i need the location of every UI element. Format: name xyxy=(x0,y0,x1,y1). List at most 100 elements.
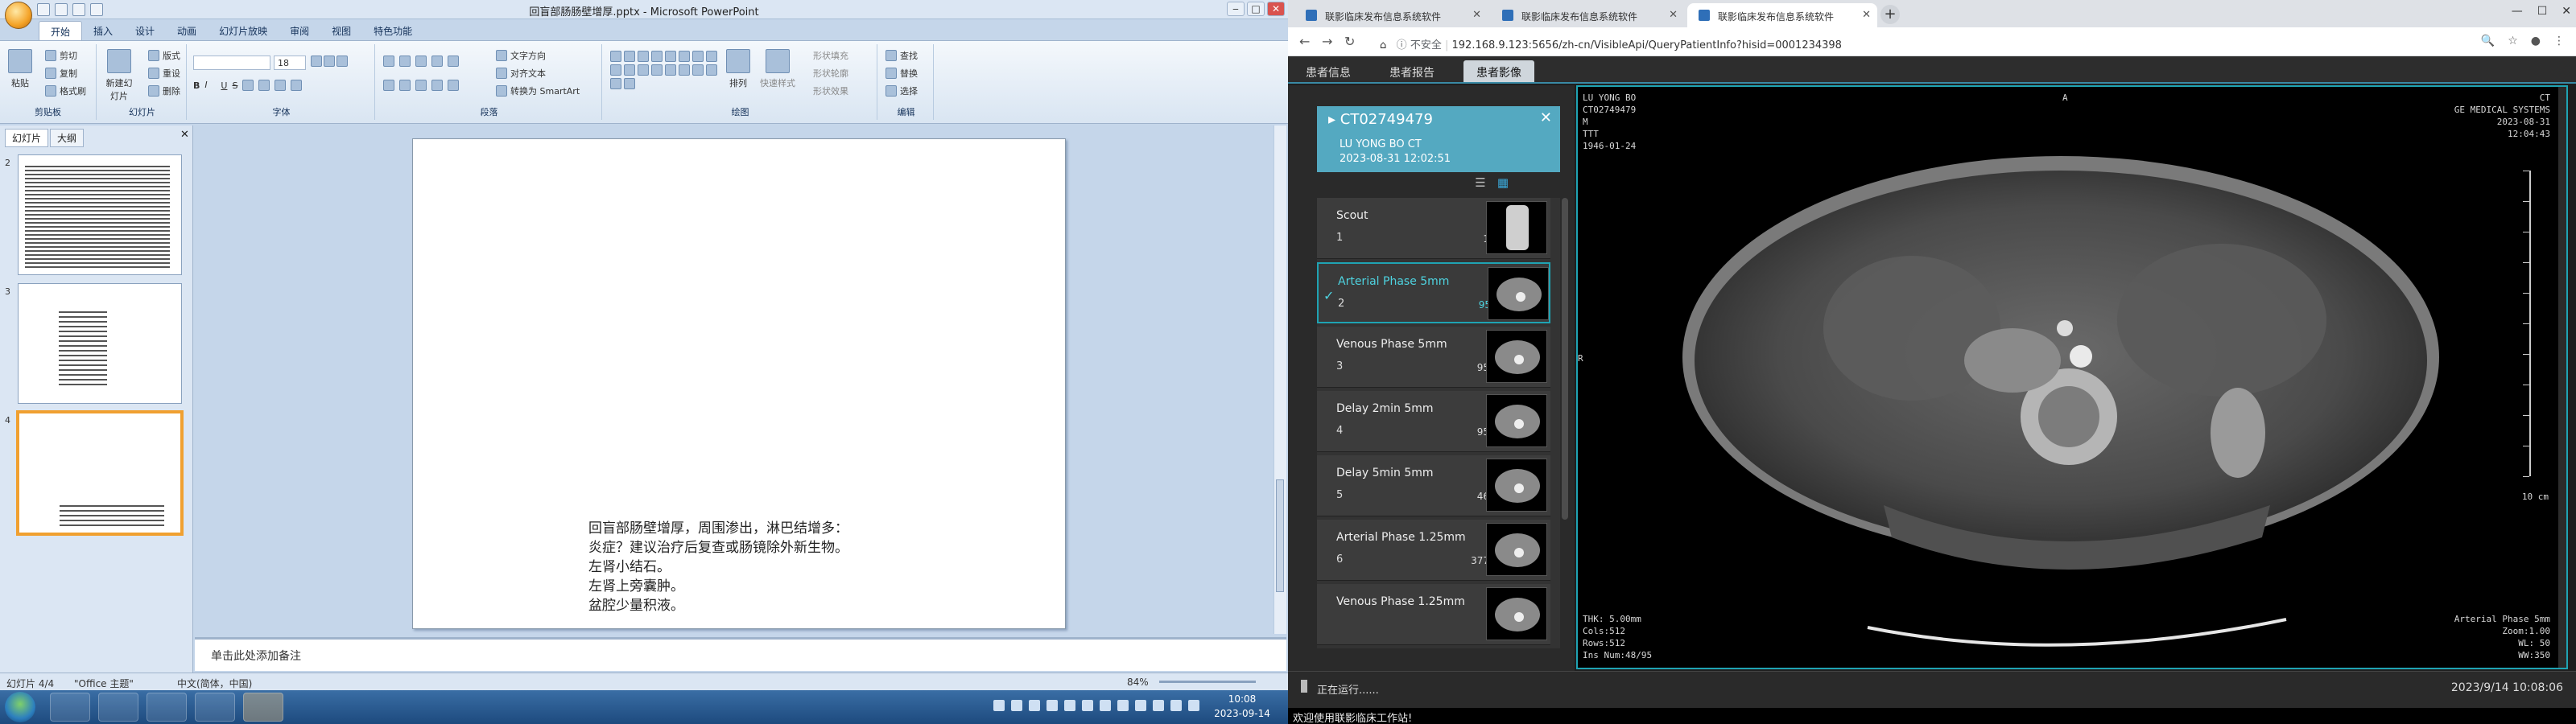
reload-icon[interactable]: ↻ xyxy=(1344,34,1355,49)
shape-outline-button[interactable]: 形状轮廓 xyxy=(813,67,848,80)
info-icon[interactable]: ⓘ xyxy=(1397,39,1407,51)
maximize-icon[interactable]: ☐ xyxy=(2537,5,2548,18)
series-item-selected[interactable]: ✓Arterial Phase 5mm295幅 xyxy=(1317,262,1550,323)
shape-icon[interactable] xyxy=(651,51,663,62)
tray-icon[interactable] xyxy=(993,700,1005,711)
shape-icon[interactable] xyxy=(624,51,635,62)
address-bar[interactable]: ⌂ ⓘ 不安全 | 192.168.9.123:5656/zh-cn/Visib… xyxy=(1372,32,2505,53)
series-scrollbar[interactable] xyxy=(1562,198,1568,520)
undo-icon[interactable] xyxy=(55,3,68,16)
slide-thumbnail[interactable] xyxy=(18,154,182,275)
series-item[interactable]: Venous Phase 5mm395幅 xyxy=(1317,327,1550,388)
browser-tab-active[interactable]: 联影临床发布信息系统软件 ✕ xyxy=(1687,3,1877,27)
clear-format-icon[interactable] xyxy=(336,56,348,67)
close-icon[interactable]: ✕ xyxy=(1267,2,1285,16)
close-icon[interactable]: ✕ xyxy=(2562,5,2571,18)
tab-slideshow[interactable]: 幻灯片放映 xyxy=(208,21,279,40)
series-item[interactable]: Venous Phase 1.25mm xyxy=(1317,584,1550,645)
shape-icon[interactable] xyxy=(610,64,621,76)
speaker-icon[interactable] xyxy=(1301,680,1312,693)
series-item[interactable]: Scout11幅 xyxy=(1317,198,1550,259)
slide-thumbnail[interactable] xyxy=(18,283,182,404)
font-size-select[interactable]: 18 xyxy=(274,56,306,70)
series-item[interactable]: Delay 2min 5mm495幅 xyxy=(1317,391,1550,452)
select-button[interactable]: 选择 xyxy=(886,84,918,97)
browser-tab[interactable]: 联影临床发布信息系统软件 ✕ xyxy=(1491,3,1684,27)
shape-icon[interactable] xyxy=(638,51,649,62)
clock[interactable]: 10:08 2023-09-14 xyxy=(1206,692,1278,721)
replace-button[interactable]: 替换 xyxy=(886,67,918,80)
tab-special[interactable]: 特色功能 xyxy=(362,21,423,40)
shape-icon[interactable] xyxy=(692,64,704,76)
tab-home[interactable]: 开始 xyxy=(39,21,83,40)
start-button[interactable] xyxy=(5,692,35,722)
shapes-gallery[interactable] xyxy=(610,51,723,89)
justify-icon[interactable] xyxy=(431,80,443,91)
tray-icon[interactable] xyxy=(1064,700,1075,711)
delete-button[interactable]: 删除 xyxy=(148,84,180,97)
grid-view-icon[interactable]: ▦ xyxy=(1496,175,1510,190)
bold-icon[interactable]: B xyxy=(193,80,200,91)
menu-icon[interactable]: ⋮ xyxy=(2553,35,2565,47)
shape-icon[interactable] xyxy=(610,51,621,62)
close-panel-icon[interactable]: ✕ xyxy=(180,129,189,141)
viewer-right-scrollbar[interactable] xyxy=(2558,87,2566,668)
back-icon[interactable]: ← xyxy=(1299,34,1310,49)
grow-font-icon[interactable] xyxy=(311,56,322,67)
star-icon[interactable]: ☆ xyxy=(2508,35,2518,47)
vertical-scrollbar[interactable] xyxy=(1274,125,1286,634)
shape-icon[interactable] xyxy=(624,78,635,89)
tray-icon[interactable] xyxy=(1117,700,1129,711)
slide-text-box[interactable]: 回盲部肠壁增厚，周围渗出，淋巴结增多： 炎症？建议治疗后复查或肠镜除外新生物。 … xyxy=(588,519,1039,615)
close-tab-icon[interactable]: ✕ xyxy=(1472,9,1481,21)
tab-insert[interactable]: 插入 xyxy=(82,21,124,40)
app-icon[interactable] xyxy=(147,693,187,722)
redo-icon[interactable] xyxy=(72,3,85,16)
slide-thumbnail-selected[interactable] xyxy=(16,410,184,536)
new-tab-button[interactable]: + xyxy=(1880,5,1900,24)
outdent-icon[interactable] xyxy=(415,56,427,67)
customize-icon[interactable] xyxy=(90,3,103,16)
shape-icon[interactable] xyxy=(665,64,676,76)
copy-button[interactable]: 复制 xyxy=(45,67,77,80)
new-slide-button[interactable]: 新建幻灯片 xyxy=(103,49,135,102)
account-icon[interactable]: ● xyxy=(2531,35,2541,47)
cut-button[interactable]: 剪切 xyxy=(45,49,77,62)
strike-icon[interactable]: S xyxy=(232,80,237,91)
current-slide[interactable]: 回盲部肠壁增厚，周围渗出，淋巴结增多： 炎症？建议治疗后复查或肠镜除外新生物。 … xyxy=(412,138,1066,629)
tray-icon[interactable] xyxy=(1082,700,1093,711)
font-color-icon[interactable] xyxy=(291,80,303,91)
tray-icon[interactable] xyxy=(1188,700,1199,711)
shape-icon[interactable] xyxy=(679,64,690,76)
shape-icon[interactable] xyxy=(624,64,635,76)
tray-icon[interactable] xyxy=(1135,700,1146,711)
tab-patient-info[interactable]: 患者信息 xyxy=(1293,60,1364,82)
close-icon[interactable]: ✕ xyxy=(1540,109,1552,126)
explorer-icon[interactable] xyxy=(50,693,90,722)
align-right-icon[interactable] xyxy=(415,80,427,91)
tab-animation[interactable]: 动画 xyxy=(166,21,208,40)
tab-view[interactable]: 视图 xyxy=(320,21,362,40)
chrome-icon[interactable] xyxy=(195,693,235,722)
align-text-button[interactable]: 对齐文本 xyxy=(496,67,546,80)
minimize-icon[interactable]: ‒ xyxy=(1227,2,1245,16)
tab-patient-report[interactable]: 患者报告 xyxy=(1377,60,1447,82)
reset-button[interactable]: 重设 xyxy=(148,67,180,80)
zoom-icon[interactable]: 🔍 xyxy=(2481,35,2495,47)
browser-tab[interactable]: 联影临床发布信息系统软件 ✕ xyxy=(1294,3,1488,27)
spacing-icon[interactable] xyxy=(258,80,270,91)
shape-icon[interactable] xyxy=(679,51,690,62)
zoom-slider[interactable] xyxy=(1159,681,1256,683)
layout-button[interactable]: 版式 xyxy=(148,49,180,62)
close-tab-icon[interactable]: ✕ xyxy=(1669,9,1678,21)
find-button[interactable]: 查找 xyxy=(886,49,918,62)
tray-icon[interactable] xyxy=(1029,700,1040,711)
shadow-icon[interactable] xyxy=(242,80,254,91)
quick-styles-button[interactable]: 快速样式 xyxy=(760,49,795,89)
shape-icon[interactable] xyxy=(651,64,663,76)
home-icon[interactable]: ⌂ xyxy=(1380,39,1386,51)
list-view-icon[interactable]: ☰ xyxy=(1473,175,1488,190)
align-center-icon[interactable] xyxy=(399,80,411,91)
series-item[interactable]: Delay 5min 5mm546幅 xyxy=(1317,455,1550,516)
shrink-font-icon[interactable] xyxy=(324,56,335,67)
